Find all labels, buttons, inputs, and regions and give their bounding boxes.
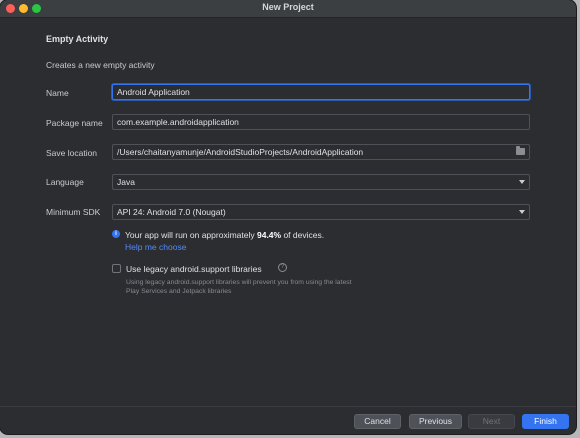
- name-field[interactable]: Android Application: [112, 84, 530, 100]
- coverage-prefix: Your app will run on approximately: [125, 230, 257, 240]
- title-bar: New Project: [0, 0, 576, 18]
- coverage-suffix: of devices.: [281, 230, 325, 240]
- template-heading: Empty Activity: [46, 34, 109, 44]
- save-location-label: Save location: [46, 148, 98, 158]
- previous-button[interactable]: Previous: [409, 414, 462, 429]
- question-icon[interactable]: ?: [278, 263, 287, 272]
- package-name-label: Package name: [46, 118, 103, 128]
- language-label: Language: [46, 177, 84, 187]
- save-location-value: /Users/chaitanyamunje/AndroidStudioProje…: [117, 147, 364, 157]
- minimum-sdk-value: API 24: Android 7.0 (Nougat): [117, 207, 226, 217]
- package-name-field[interactable]: com.example.androidapplication: [112, 114, 530, 130]
- next-button[interactable]: Next: [468, 414, 515, 429]
- legacy-libraries-note: Using legacy android.support libraries w…: [126, 279, 352, 295]
- language-value: Java: [117, 177, 135, 187]
- minimum-sdk-select[interactable]: API 24: Android 7.0 (Nougat): [112, 204, 530, 220]
- info-icon: i: [112, 230, 120, 238]
- chevron-down-icon: [519, 210, 525, 214]
- legacy-libraries-label[interactable]: Use legacy android.support libraries: [126, 264, 262, 274]
- template-description: Creates a new empty activity: [46, 60, 155, 70]
- name-label: Name: [46, 88, 69, 98]
- coverage-percent: 94.4%: [256, 230, 282, 240]
- chevron-down-icon: [519, 180, 525, 184]
- language-select[interactable]: Java: [112, 174, 530, 190]
- help-me-choose-link[interactable]: Help me choose: [125, 242, 186, 252]
- finish-button[interactable]: Finish: [522, 414, 569, 429]
- save-location-field[interactable]: /Users/chaitanyamunje/AndroidStudioProje…: [112, 144, 530, 160]
- window-title: New Project: [262, 2, 314, 12]
- minimum-sdk-label: Minimum SDK: [46, 207, 101, 217]
- cancel-button[interactable]: Cancel: [354, 414, 401, 429]
- device-coverage-text: Your app will run on approximately 94.4%…: [125, 230, 324, 240]
- legacy-libraries-checkbox[interactable]: [112, 264, 121, 273]
- new-project-window: New Project Empty Activity Creates a new…: [0, 0, 576, 434]
- folder-icon[interactable]: [516, 146, 525, 155]
